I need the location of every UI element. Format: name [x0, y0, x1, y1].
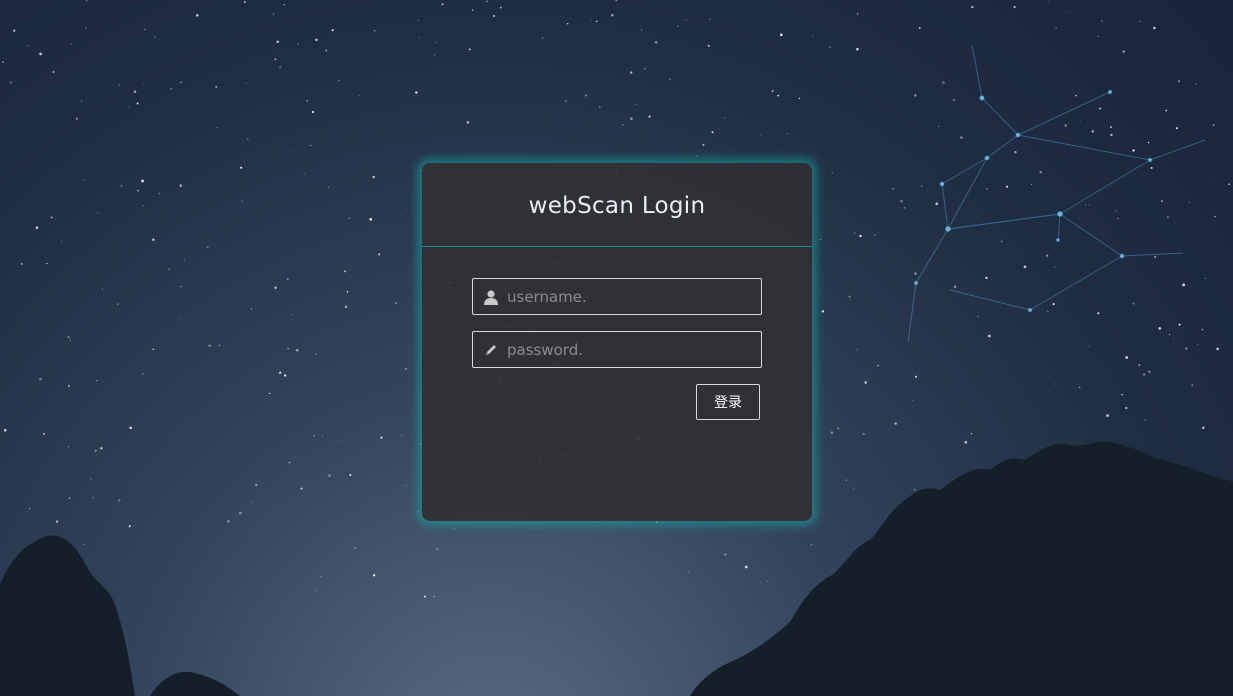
- pencil-icon: [483, 342, 499, 358]
- login-title: webScan Login: [528, 192, 706, 219]
- user-icon: [483, 289, 499, 305]
- username-input[interactable]: [507, 279, 757, 314]
- login-button[interactable]: 登录: [696, 384, 760, 420]
- username-field[interactable]: [472, 278, 762, 315]
- login-header: webScan Login: [422, 163, 812, 247]
- password-field[interactable]: [472, 331, 762, 368]
- login-panel: webScan Login 登录: [422, 163, 812, 521]
- password-input[interactable]: [507, 332, 757, 367]
